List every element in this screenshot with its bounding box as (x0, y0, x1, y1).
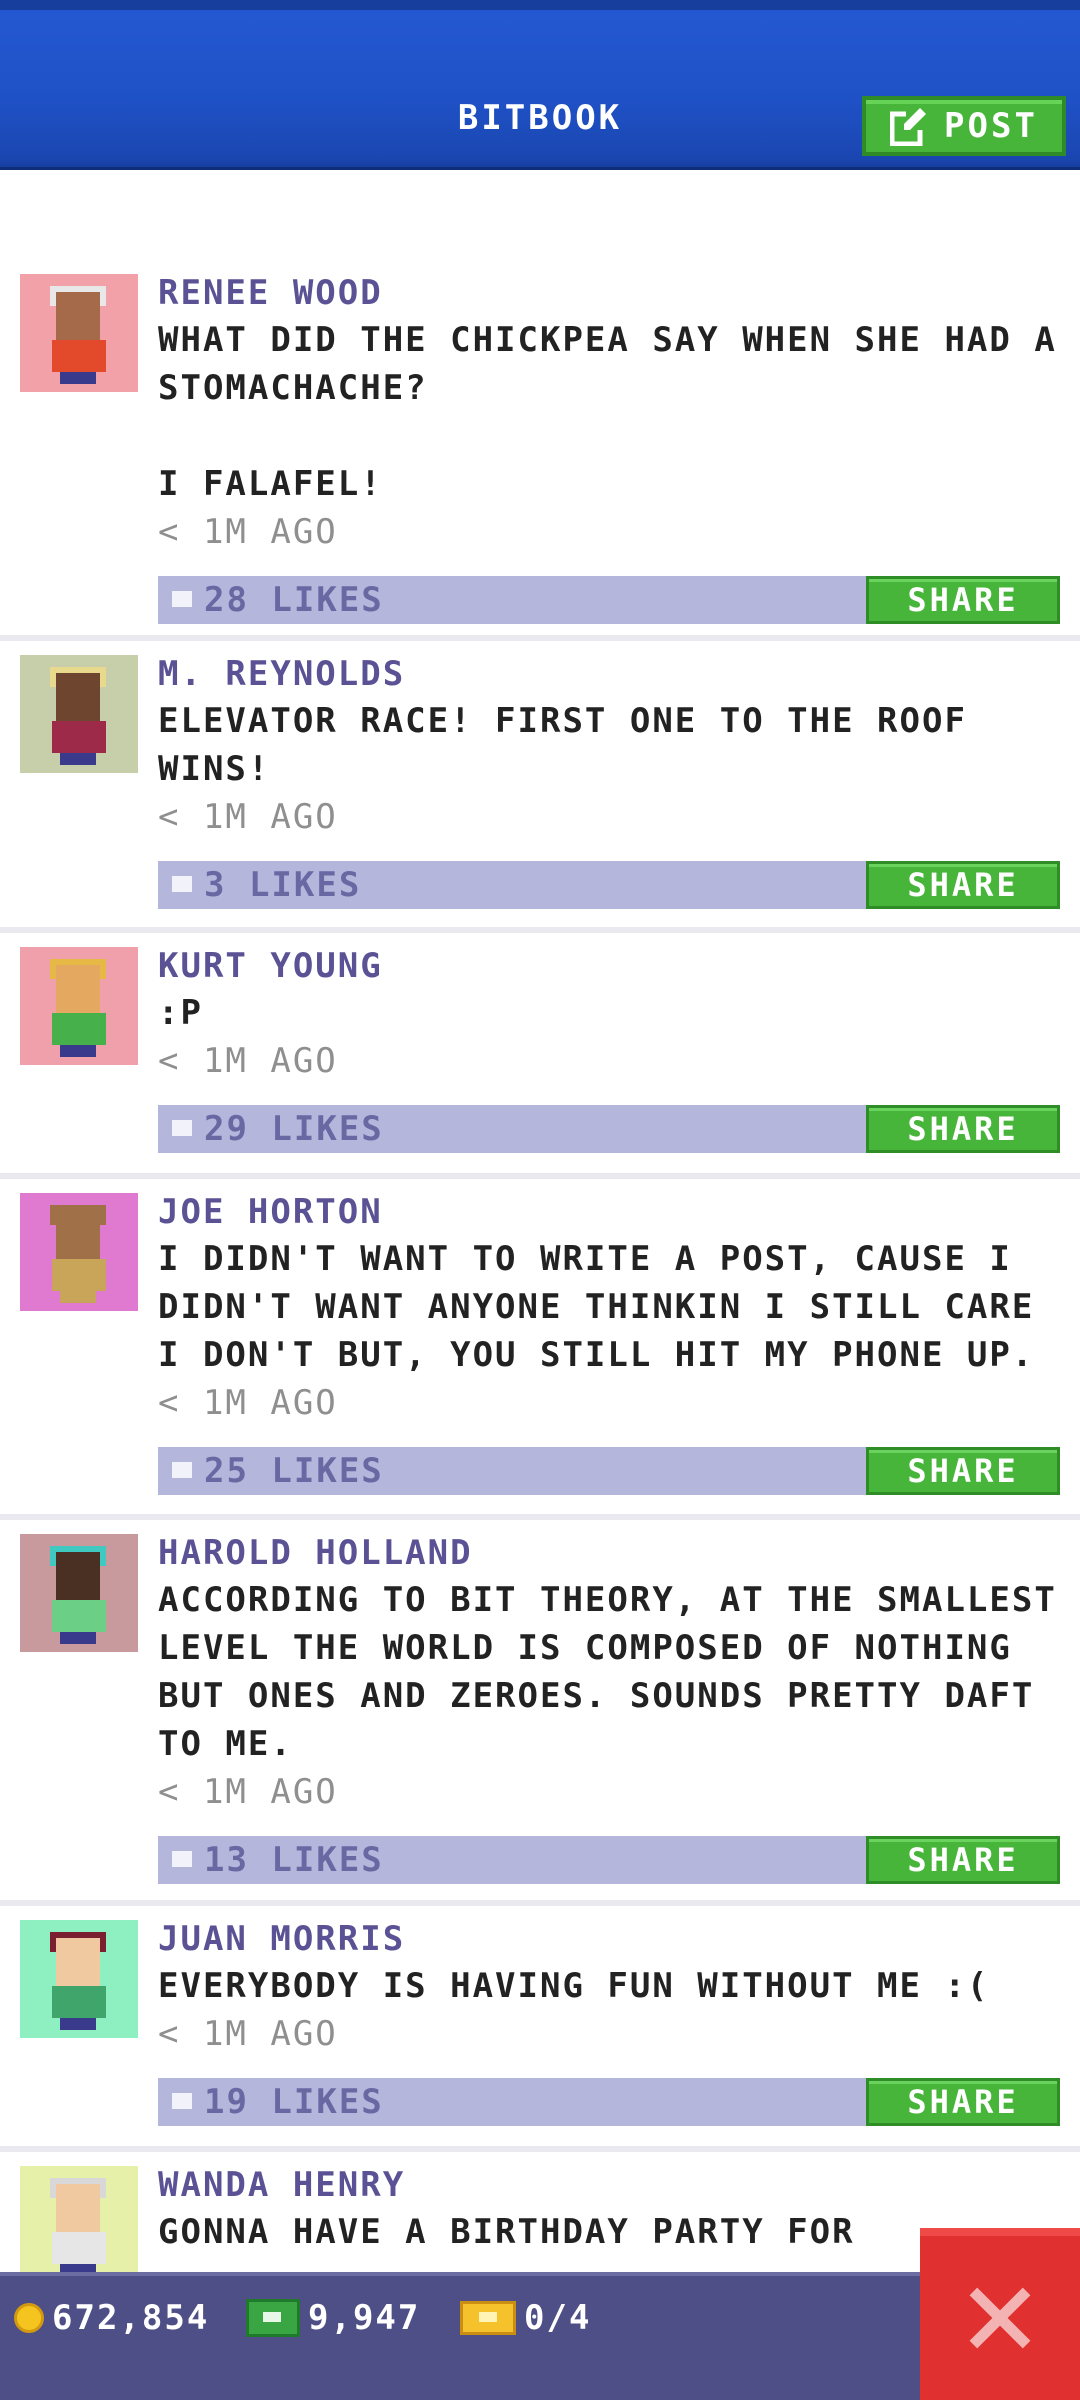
like-count: 29 LIKES (204, 1109, 384, 1149)
bux-icon (246, 2299, 300, 2337)
status-strip (0, 0, 1080, 10)
like-bar[interactable]: 28 LIKES SHARE (158, 576, 1060, 624)
avatar (20, 1920, 138, 2038)
post-text: I DIDN'T WANT TO WRITE A POST, CAUSE I D… (158, 1239, 1035, 1375)
like-count: 19 LIKES (204, 2082, 384, 2122)
coins-display: 672,854 (14, 2294, 209, 2342)
post-author[interactable]: KURT YOUNG (158, 943, 1060, 989)
tickets-value: 0/4 (524, 2298, 592, 2338)
thumbs-up-icon (172, 1850, 192, 1867)
share-button[interactable]: SHARE (866, 1447, 1060, 1495)
bux-value: 9,947 (308, 2298, 421, 2338)
avatar (20, 947, 138, 1065)
like-count: 28 LIKES (204, 580, 384, 620)
share-button[interactable]: SHARE (866, 1836, 1060, 1884)
thumbs-up-icon (172, 1119, 192, 1136)
thumbs-up-icon (172, 875, 192, 892)
post-author[interactable]: M. REYNOLDS (158, 651, 1060, 697)
avatar (20, 1534, 138, 1652)
post-time: < 1M AGO (158, 1772, 338, 1812)
post-button-label: POST (944, 106, 1038, 146)
ticket-icon (460, 2301, 516, 2335)
like-bar[interactable]: 19 LIKES SHARE (158, 2078, 1060, 2126)
post-button[interactable]: POST (862, 96, 1066, 156)
avatar (20, 2166, 138, 2284)
feed-post: JUAN MORRIS EVERYBODY IS HAVING FUN WITH… (0, 1906, 1080, 2152)
post-time: < 1M AGO (158, 1041, 338, 1081)
feed-post: KURT YOUNG :P < 1M AGO 29 LIKES SHARE (0, 933, 1080, 1179)
post-text: ELEVATOR RACE! FIRST ONE TO THE ROOF WIN… (158, 701, 967, 789)
share-button[interactable]: SHARE (866, 861, 1060, 909)
like-bar[interactable]: 29 LIKES SHARE (158, 1105, 1060, 1153)
post-author[interactable]: JUAN MORRIS (158, 1916, 1060, 1962)
feed-post: M. REYNOLDS ELEVATOR RACE! FIRST ONE TO … (0, 641, 1080, 933)
thumbs-up-icon (172, 590, 192, 607)
like-bar[interactable]: 3 LIKES SHARE (158, 861, 1060, 909)
post-author[interactable]: WANDA HENRY (158, 2162, 1060, 2208)
post-text: :P (158, 993, 203, 1033)
post-author[interactable]: RENEE WOOD (158, 270, 1060, 316)
like-bar[interactable]: 25 LIKES SHARE (158, 1447, 1060, 1495)
post-time: < 1M AGO (158, 512, 338, 552)
post-author[interactable]: JOE HORTON (158, 1189, 1060, 1235)
tickets-display: 0/4 (460, 2294, 591, 2342)
like-count: 13 LIKES (204, 1840, 384, 1880)
feed-post: JOE HORTON I DIDN'T WANT TO WRITE A POST… (0, 1179, 1080, 1520)
close-icon (969, 2287, 1031, 2349)
feed-post: RENEE WOOD WHAT DID THE CHICKPEA SAY WHE… (0, 260, 1080, 641)
thumbs-up-icon (172, 2092, 192, 2109)
avatar (20, 655, 138, 773)
share-button[interactable]: SHARE (866, 1105, 1060, 1153)
coins-value: 672,854 (52, 2298, 210, 2338)
like-bar[interactable]: 13 LIKES SHARE (158, 1836, 1060, 1884)
post-time: < 1M AGO (158, 797, 338, 837)
avatar (20, 274, 138, 392)
post-time: < 1M AGO (158, 2014, 338, 2054)
bux-display: 9,947 (246, 2294, 420, 2342)
coin-icon (14, 2303, 44, 2333)
share-button[interactable]: SHARE (866, 576, 1060, 624)
thumbs-up-icon (172, 1461, 192, 1478)
share-button[interactable]: SHARE (866, 2078, 1060, 2126)
avatar (20, 1193, 138, 1311)
app-header: BITBOOK POST (0, 0, 1080, 170)
currency-bar: 672,854 9,947 0/4 (0, 2272, 1080, 2400)
post-text: WHAT DID THE CHICKPEA SAY WHEN SHE HAD A… (158, 320, 1057, 504)
post-text: ACCORDING TO BIT THEORY, AT THE SMALLEST… (158, 1580, 1057, 1764)
post-time: < 1M AGO (158, 1383, 338, 1423)
feed-post: HAROLD HOLLAND ACCORDING TO BIT THEORY, … (0, 1520, 1080, 1906)
post-text: EVERYBODY IS HAVING FUN WITHOUT ME :( (158, 1966, 990, 2006)
like-count: 3 LIKES (204, 865, 362, 905)
compose-icon (890, 108, 929, 146)
post-author[interactable]: HAROLD HOLLAND (158, 1530, 1060, 1576)
like-count: 25 LIKES (204, 1451, 384, 1491)
feed-list[interactable]: RENEE WOOD WHAT DID THE CHICKPEA SAY WHE… (0, 260, 1080, 2352)
close-button[interactable] (920, 2228, 1080, 2400)
